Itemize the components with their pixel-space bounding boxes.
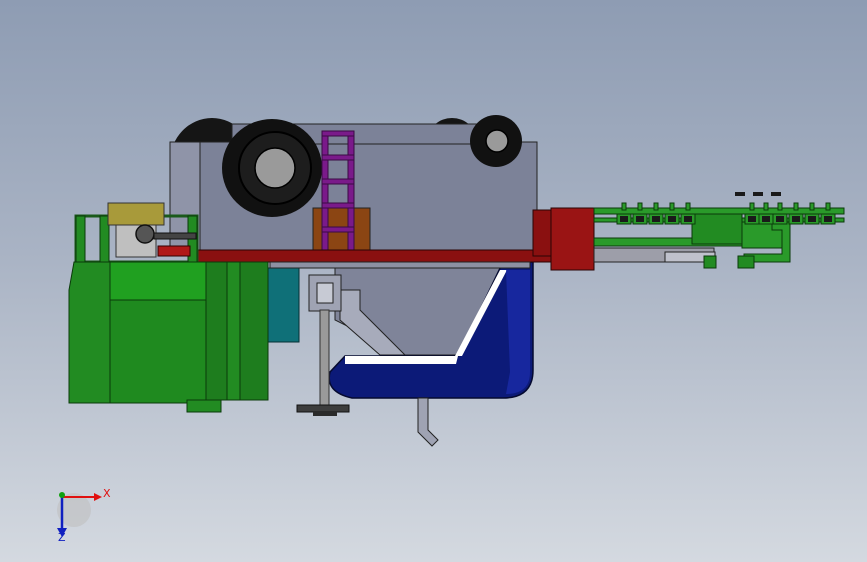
y-axis-marker (59, 492, 65, 498)
spray-nozzle (680, 202, 696, 225)
spray-nozzle (744, 202, 760, 225)
spray-nozzle (788, 202, 804, 225)
x-axis-label: X (103, 487, 111, 500)
spray-nozzle (616, 202, 632, 225)
front-wheel (470, 115, 522, 167)
spray-nozzle (820, 202, 836, 225)
assembly-view: X Z (57, 115, 845, 544)
teal-block (267, 267, 300, 343)
outlet-chute (417, 397, 439, 447)
boom-cap (771, 192, 781, 196)
spray-nozzle (804, 202, 820, 225)
rear-wheel (222, 119, 322, 217)
spray-nozzle (664, 202, 680, 225)
boom-cap (735, 192, 745, 196)
spray-nozzle (758, 202, 774, 225)
boom-cap (753, 192, 763, 196)
spray-nozzle (632, 202, 648, 225)
spray-nozzle (772, 202, 788, 225)
axis-triad: X Z (57, 487, 111, 544)
spray-nozzle (648, 202, 664, 225)
z-axis-label: Z (58, 531, 66, 544)
cad-viewport[interactable]: X Z (0, 0, 867, 562)
